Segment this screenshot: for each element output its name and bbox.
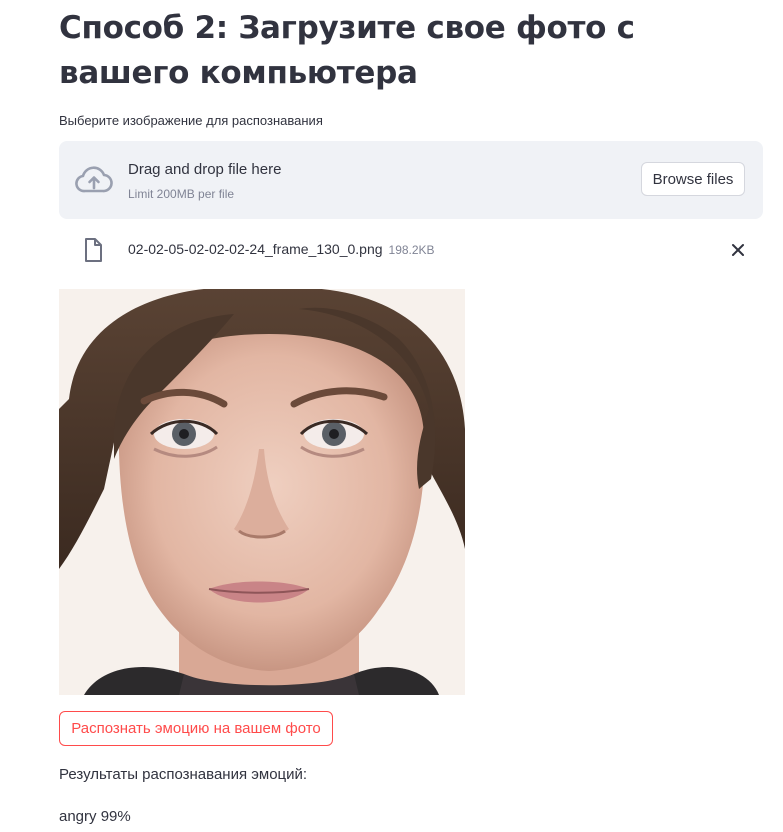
dropzone-title: Drag and drop file here bbox=[128, 161, 282, 178]
face-photo-illustration bbox=[59, 289, 465, 695]
browse-files-button[interactable]: Browse files bbox=[641, 162, 745, 196]
file-dropzone[interactable]: Drag and drop file here Limit 200MB per … bbox=[59, 141, 763, 219]
file-icon bbox=[85, 238, 102, 262]
results-value: angry 99% bbox=[59, 808, 131, 825]
page: Способ 2: Загрузите свое фото с вашего к… bbox=[0, 0, 783, 832]
cloud-upload-icon bbox=[75, 166, 113, 193]
close-icon[interactable] bbox=[726, 238, 750, 262]
recognize-emotion-button[interactable]: Распознать эмоцию на вашем фото bbox=[59, 711, 333, 746]
results-label: Результаты распознавания эмоций: bbox=[59, 766, 308, 783]
uploaded-image bbox=[59, 289, 465, 695]
uploaded-file-row: 02-02-05-02-02-02-24_frame_130_0.png 198.… bbox=[59, 230, 763, 270]
page-title: Способ 2: Загрузите свое фото с вашего к… bbox=[59, 10, 635, 91]
file-name-text: 02-02-05-02-02-02-24_frame_130_0.png bbox=[128, 241, 383, 257]
file-name: 02-02-05-02-02-02-24_frame_130_0.png 198.… bbox=[128, 241, 435, 257]
uploader-label: Выберите изображение для распознавания bbox=[59, 113, 323, 128]
dropzone-limit: Limit 200MB per file bbox=[128, 187, 235, 201]
file-size: 198.2KB bbox=[388, 243, 435, 257]
